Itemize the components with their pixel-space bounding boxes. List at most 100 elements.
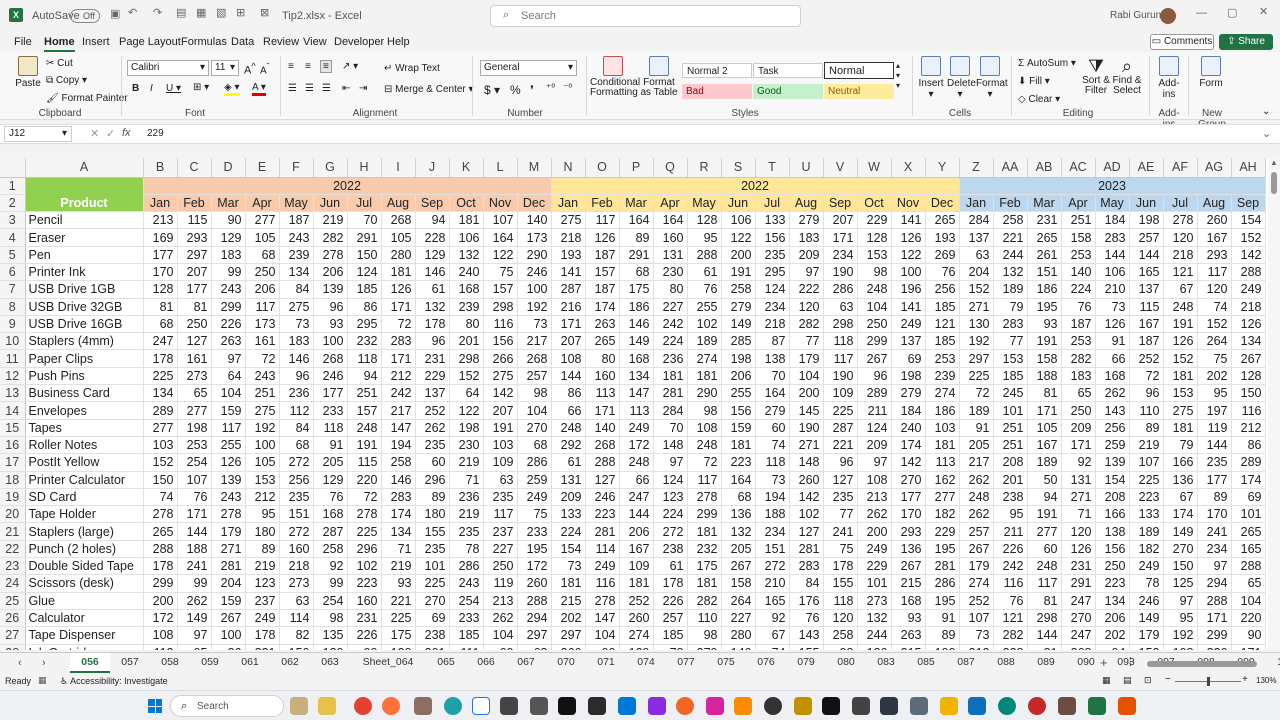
value-cell[interactable]: 296 [415, 471, 450, 489]
product-name-cell[interactable]: Ink Cartridge [25, 644, 144, 650]
value-cell[interactable]: 171 [1197, 609, 1232, 628]
value-cell[interactable]: 134 [619, 367, 654, 386]
value-cell[interactable]: 152 [143, 453, 178, 472]
value-cell[interactable]: 249 [585, 557, 620, 576]
quick-access-icon-5[interactable]: ⊠ [260, 8, 269, 19]
value-cell[interactable]: 251 [993, 436, 1028, 455]
column-header[interactable]: AF [1163, 158, 1198, 178]
value-cell[interactable]: 60 [1027, 540, 1062, 559]
value-cell[interactable]: 104 [857, 298, 892, 316]
value-cell[interactable]: 106 [449, 228, 484, 247]
value-cell[interactable]: 122 [891, 246, 926, 264]
comma-icon[interactable]: ❜ [530, 83, 534, 97]
value-cell[interactable]: 170 [1197, 505, 1232, 524]
font-name-select[interactable]: Calibri ▾ [127, 60, 209, 76]
align-top-icon[interactable]: ≡ [288, 61, 294, 72]
currency-icon[interactable]: $ ▾ [484, 83, 500, 97]
value-cell[interactable]: 253 [177, 436, 212, 455]
value-cell[interactable]: 179 [1129, 626, 1164, 645]
value-cell[interactable]: 223 [1095, 574, 1130, 593]
month-header-cell[interactable]: Apr [653, 194, 688, 213]
value-cell[interactable]: 141 [891, 211, 926, 230]
value-cell[interactable]: 98 [687, 401, 722, 420]
value-cell[interactable]: 205 [721, 540, 756, 559]
value-cell[interactable]: 194 [381, 436, 416, 455]
page-layout-icon[interactable]: ▤ [1123, 675, 1132, 686]
value-cell[interactable]: 68 [245, 246, 280, 264]
product-name-cell[interactable]: Roller Notes [25, 436, 144, 455]
value-cell[interactable]: 185 [925, 298, 960, 316]
column-header[interactable]: E [245, 158, 280, 178]
value-cell[interactable]: 275 [245, 401, 280, 420]
value-cell[interactable]: 182 [925, 505, 960, 524]
month-header-cell[interactable]: Feb [993, 194, 1028, 213]
value-cell[interactable]: 262 [857, 505, 892, 524]
underline-icon[interactable]: U ▾ [166, 83, 181, 94]
value-cell[interactable]: 200 [789, 384, 824, 403]
value-cell[interactable]: 206 [721, 367, 756, 386]
value-cell[interactable]: 192 [959, 332, 994, 351]
value-cell[interactable]: 299 [1197, 626, 1232, 645]
value-cell[interactable]: 232 [347, 332, 382, 351]
value-cell[interactable]: 288 [1231, 263, 1266, 282]
value-cell[interactable]: 220 [1231, 609, 1266, 628]
value-cell[interactable]: 280 [381, 246, 416, 264]
value-cell[interactable]: 78 [1129, 574, 1164, 593]
column-header[interactable]: C [177, 158, 212, 178]
value-cell[interactable]: 118 [347, 349, 382, 368]
value-cell[interactable]: 298 [1027, 609, 1062, 628]
value-cell[interactable]: 232 [687, 540, 722, 559]
value-cell[interactable]: 233 [449, 609, 484, 628]
month-header-cell[interactable]: Mar [211, 194, 246, 213]
value-cell[interactable]: 80 [653, 280, 688, 299]
value-cell[interactable]: 228 [993, 644, 1028, 650]
value-cell[interactable]: 124 [857, 419, 892, 437]
value-cell[interactable]: 270 [1061, 609, 1096, 628]
value-cell[interactable]: 299 [687, 505, 722, 524]
grow-font-icon[interactable]: A^ [244, 61, 256, 77]
value-cell[interactable]: 164 [721, 471, 756, 489]
value-cell[interactable]: 137 [959, 228, 994, 247]
value-cell[interactable]: 134 [1095, 592, 1130, 610]
value-cell[interactable]: 115 [177, 211, 212, 230]
month-header-cell[interactable]: Apr [1061, 194, 1096, 213]
value-cell[interactable]: 121 [1163, 263, 1198, 282]
value-cell[interactable]: 191 [1027, 332, 1062, 351]
value-cell[interactable]: 171 [1027, 401, 1062, 420]
column-header[interactable]: D [211, 158, 246, 178]
value-cell[interactable]: 139 [211, 471, 246, 489]
value-cell[interactable]: 142 [789, 488, 824, 507]
value-cell[interactable]: 142 [483, 384, 518, 403]
value-cell[interactable]: 61 [551, 453, 586, 472]
value-cell[interactable]: 267 [721, 557, 756, 576]
value-cell[interactable]: 217 [517, 332, 552, 351]
value-cell[interactable]: 192 [245, 419, 280, 437]
value-cell[interactable]: 251 [245, 384, 280, 403]
value-cell[interactable]: 117 [585, 211, 620, 230]
row-header[interactable]: 1 [0, 177, 26, 195]
row-header[interactable]: 20 [0, 505, 26, 524]
value-cell[interactable]: 164 [483, 228, 518, 247]
menu-home[interactable]: Home [44, 36, 75, 52]
value-cell[interactable]: 254 [313, 592, 348, 610]
value-cell[interactable]: 283 [381, 488, 416, 507]
value-cell[interactable]: 137 [415, 384, 450, 403]
value-cell[interactable]: 267 [1231, 349, 1266, 368]
column-header[interactable]: U [789, 158, 824, 178]
value-cell[interactable]: 80 [449, 315, 484, 334]
value-cell[interactable]: 140 [517, 211, 552, 230]
value-cell[interactable]: 63 [517, 644, 552, 650]
value-cell[interactable]: 99 [211, 263, 246, 282]
style-bad[interactable]: Bad [682, 84, 752, 99]
value-cell[interactable]: 69 [1231, 488, 1266, 507]
value-cell[interactable]: 268 [1061, 644, 1096, 650]
value-cell[interactable]: 114 [585, 540, 620, 559]
value-cell[interactable]: 123 [653, 488, 688, 507]
value-cell[interactable]: 175 [687, 557, 722, 576]
product-name-cell[interactable]: Push Pins [25, 367, 144, 386]
taskbar-app-icon[interactable] [998, 697, 1016, 715]
value-cell[interactable]: 109 [823, 384, 858, 403]
italic-icon[interactable]: I [150, 83, 153, 94]
value-cell[interactable]: 225 [381, 609, 416, 628]
insert-function-icon[interactable]: fx [122, 127, 131, 139]
